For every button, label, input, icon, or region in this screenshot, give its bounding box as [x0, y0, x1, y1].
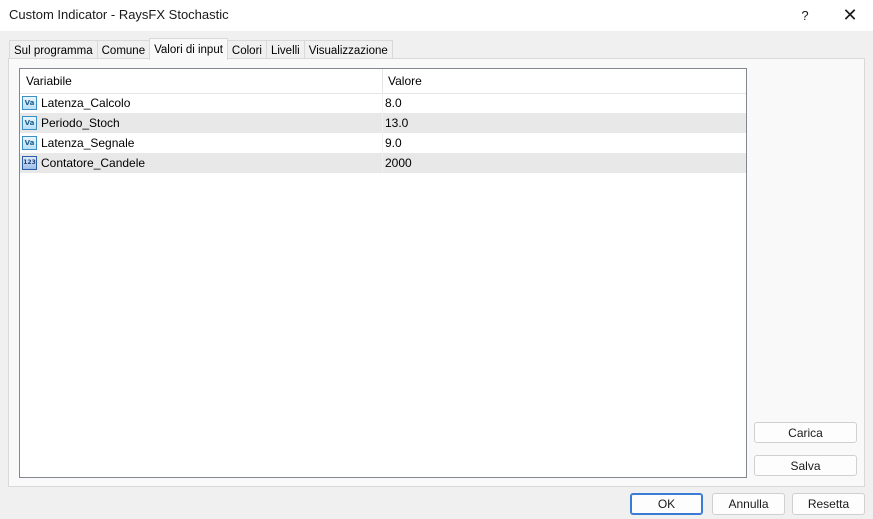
integer-value-icon: 123: [22, 156, 37, 170]
tab-inputs[interactable]: Valori di input: [149, 38, 228, 60]
column-header-variable[interactable]: Variabile: [26, 69, 72, 93]
tab-levels[interactable]: Livelli: [265, 40, 305, 60]
table-row[interactable]: 123 Contatore_Candele 2000: [20, 153, 746, 173]
variable-value[interactable]: 13.0: [385, 113, 408, 133]
inputs-list[interactable]: Variabile Valore Va Latenza_Calcolo 8.0 …: [19, 68, 747, 478]
ok-button[interactable]: OK: [630, 493, 703, 515]
cancel-button[interactable]: Annulla: [712, 493, 785, 515]
tab-visualization[interactable]: Visualizzazione: [303, 40, 393, 60]
table-row[interactable]: Va Latenza_Segnale 9.0: [20, 133, 746, 153]
double-value-icon: Va: [22, 96, 37, 110]
reset-button[interactable]: Resetta: [792, 493, 865, 515]
window-title: Custom Indicator - RaysFX Stochastic: [9, 7, 229, 22]
tab-colors[interactable]: Colori: [226, 40, 267, 60]
cell-divider: [382, 93, 383, 113]
variable-value[interactable]: 9.0: [385, 133, 402, 153]
tab-about[interactable]: Sul programma: [9, 40, 98, 60]
variable-name: Contatore_Candele: [41, 156, 146, 170]
double-value-icon: Va: [22, 136, 37, 150]
tab-label: Sul programma: [14, 44, 93, 57]
close-button[interactable]: ✕: [827, 0, 873, 31]
cell-divider: [382, 153, 383, 173]
cell-divider: [382, 133, 383, 153]
save-button[interactable]: Salva: [754, 455, 857, 476]
column-header-value[interactable]: Valore: [388, 69, 422, 93]
variable-name: Periodo_Stoch: [41, 116, 120, 130]
inputs-panel: Variabile Valore Va Latenza_Calcolo 8.0 …: [8, 58, 865, 487]
tab-label: Visualizzazione: [308, 44, 388, 57]
help-icon: ?: [801, 8, 809, 23]
cell-divider: [382, 113, 383, 133]
tab-label: Valori di input: [154, 43, 223, 56]
help-button[interactable]: ?: [782, 0, 828, 31]
column-divider[interactable]: [382, 69, 383, 93]
tab-bar: Sul programma Comune Valori di input Col…: [9, 38, 393, 60]
load-button[interactable]: Carica: [754, 422, 857, 443]
double-value-icon: Va: [22, 116, 37, 130]
tab-common[interactable]: Comune: [96, 40, 151, 60]
close-icon: ✕: [842, 5, 858, 25]
custom-indicator-dialog: Custom Indicator - RaysFX Stochastic ? ✕…: [0, 0, 873, 519]
tab-label: Livelli: [270, 44, 300, 57]
variable-name: Latenza_Calcolo: [41, 96, 131, 110]
list-body: Va Latenza_Calcolo 8.0 Va Periodo_Stoch …: [20, 93, 746, 173]
variable-value[interactable]: 2000: [385, 153, 412, 173]
table-row[interactable]: Va Latenza_Calcolo 8.0: [20, 93, 746, 113]
table-row[interactable]: Va Periodo_Stoch 13.0: [20, 113, 746, 133]
tab-label: Colori: [231, 44, 262, 57]
variable-name: Latenza_Segnale: [41, 136, 135, 150]
title-bar: Custom Indicator - RaysFX Stochastic ? ✕: [0, 0, 873, 31]
list-header: Variabile Valore: [20, 69, 746, 94]
tab-label: Comune: [101, 44, 146, 57]
variable-value[interactable]: 8.0: [385, 93, 402, 113]
